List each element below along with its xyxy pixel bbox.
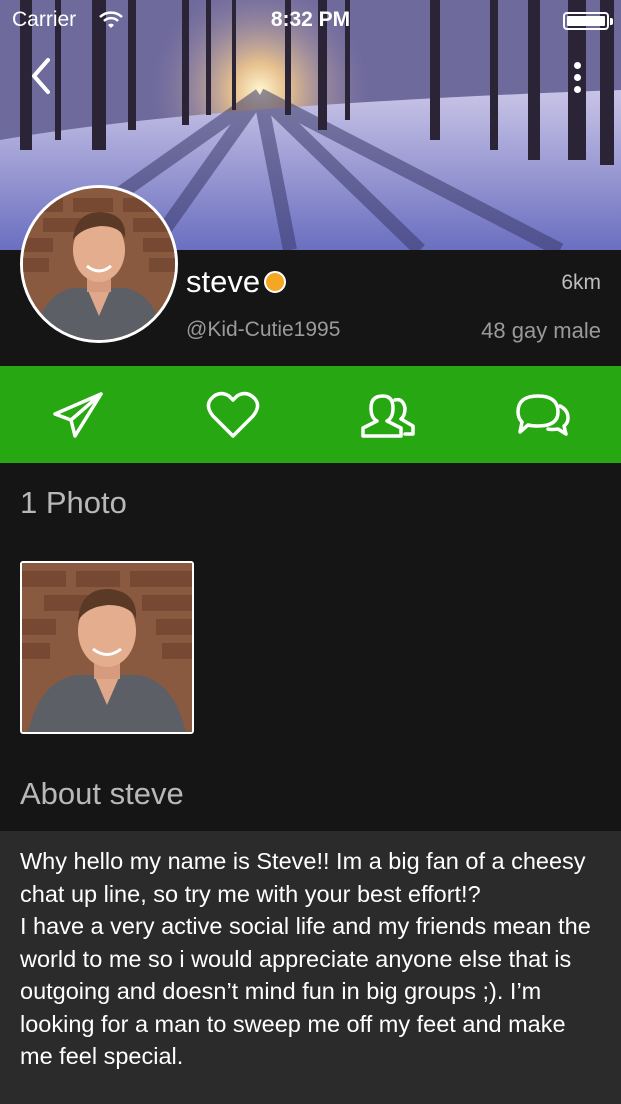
chevron-left-icon [32, 58, 50, 94]
about-box: Why hello my name is Steve!! Im a big fa… [0, 831, 621, 1104]
online-status-icon [264, 271, 287, 293]
profile-avatar[interactable] [20, 185, 178, 343]
action-bar [0, 366, 621, 463]
back-button[interactable] [26, 56, 60, 96]
photo-thumbnail[interactable] [20, 561, 194, 734]
about-section-title: About steve [20, 776, 184, 811]
paper-plane-icon [52, 391, 103, 438]
profile-demographics: 48 gay male [481, 318, 601, 343]
chat-bubbles-icon [516, 393, 571, 436]
chat-button[interactable] [466, 366, 621, 463]
favorite-button[interactable] [155, 366, 310, 463]
users-icon [361, 393, 415, 438]
profile-handle: @Kid-Cutie1995 [186, 318, 341, 341]
send-message-button[interactable] [0, 366, 155, 463]
more-options-button[interactable] [571, 62, 583, 98]
battery-icon [563, 12, 613, 30]
heart-icon [206, 391, 260, 438]
friends-button[interactable] [311, 366, 466, 463]
distance-label: 6km [561, 271, 601, 294]
status-bar: Carrier 8:32 PM [0, 0, 621, 40]
username-row: steve [186, 264, 287, 300]
more-vertical-icon [573, 62, 581, 69]
about-text: Why hello my name is Steve!! Im a big fa… [20, 848, 591, 1069]
photos-section-title: 1 Photo [20, 485, 127, 520]
status-time: 8:32 PM [270, 8, 351, 31]
profile-name: steve [186, 264, 261, 299]
